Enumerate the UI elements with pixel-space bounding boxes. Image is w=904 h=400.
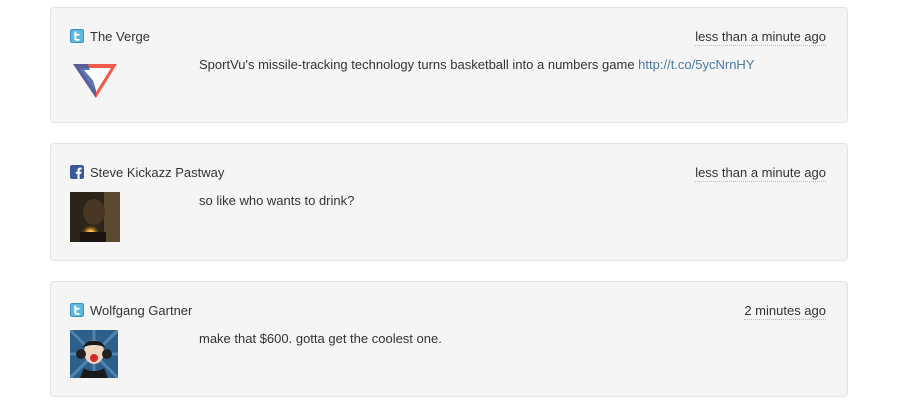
user-avatar-illustration xyxy=(70,330,120,380)
user-photo xyxy=(70,192,120,242)
feed-item-header: Wolfgang Gartner 2 minutes ago xyxy=(70,302,826,320)
feed-item: Wolfgang Gartner 2 minutes ago make that… xyxy=(50,281,848,397)
post-message: so like who wants to drink? xyxy=(199,192,354,209)
message-text: SportVu's missile-tracking technology tu… xyxy=(199,57,635,72)
feed-item: Steve Kickazz Pastway less than a minute… xyxy=(50,143,848,261)
facebook-icon xyxy=(70,165,84,179)
post-message: SportVu's missile-tracking technology tu… xyxy=(199,56,755,73)
twitter-icon xyxy=(70,303,84,317)
message-link[interactable]: http://t.co/5ycNrnHY xyxy=(638,57,754,72)
feed-item-header: Steve Kickazz Pastway less than a minute… xyxy=(70,164,826,182)
message-text: make that $600. gotta get the coolest on… xyxy=(199,331,442,346)
author-name[interactable]: Steve Kickazz Pastway xyxy=(90,164,224,181)
feed-item: The Verge less than a minute ago SportVu… xyxy=(50,7,848,123)
message-text: so like who wants to drink? xyxy=(199,193,355,208)
feed-item-header: The Verge less than a minute ago xyxy=(70,28,826,46)
author-name[interactable]: The Verge xyxy=(90,28,150,45)
the-verge-logo xyxy=(73,64,117,98)
avatar[interactable] xyxy=(70,56,120,106)
avatar[interactable] xyxy=(70,192,120,242)
activity-feed: The Verge less than a minute ago SportVu… xyxy=(0,0,904,400)
twitter-icon xyxy=(70,29,84,43)
avatar[interactable] xyxy=(70,330,120,380)
timestamp: less than a minute ago xyxy=(695,165,826,182)
timestamp: 2 minutes ago xyxy=(744,303,826,320)
author-name[interactable]: Wolfgang Gartner xyxy=(90,302,192,319)
post-message: make that $600. gotta get the coolest on… xyxy=(199,330,442,347)
timestamp: less than a minute ago xyxy=(695,29,826,46)
